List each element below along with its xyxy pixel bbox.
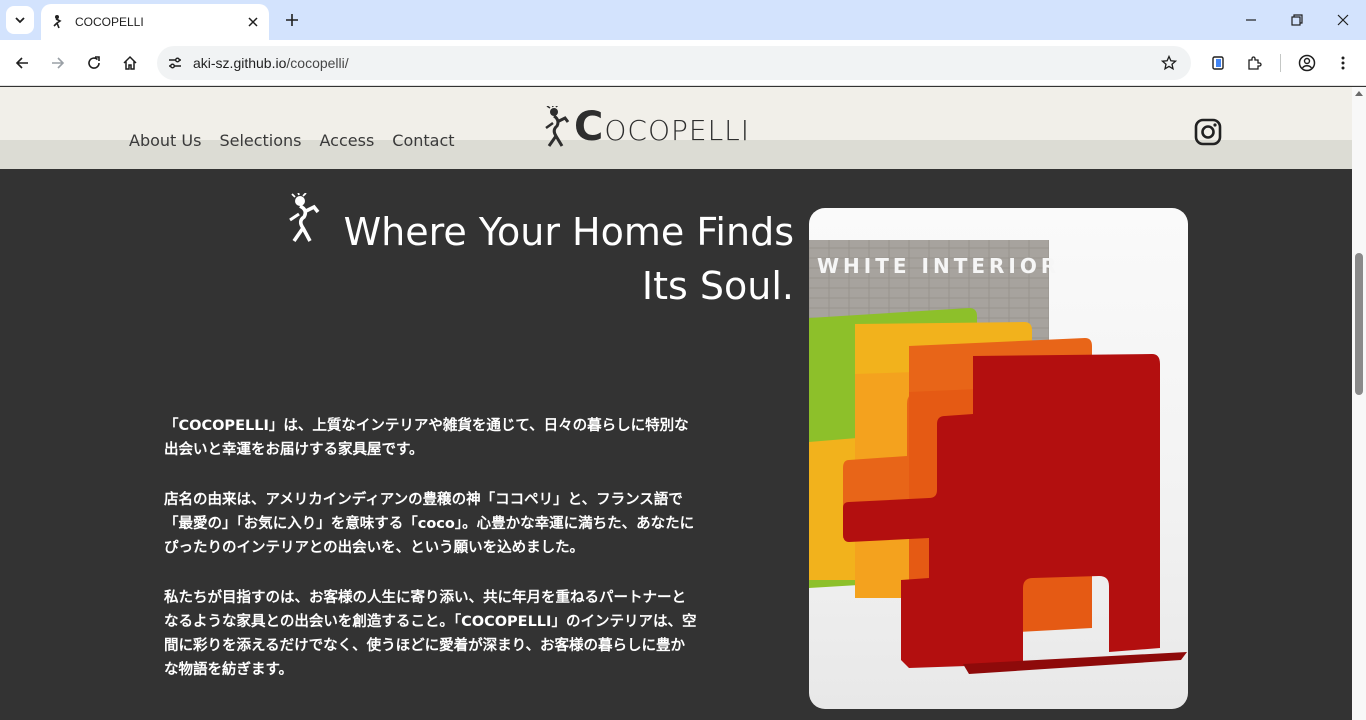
close-icon — [1337, 14, 1349, 26]
arrow-right-icon — [52, 57, 65, 69]
forward-button[interactable] — [42, 47, 74, 79]
kokopelli-icon — [545, 106, 570, 147]
page-viewport: About Us Selections Access Contact COCOP… — [0, 87, 1352, 720]
minimize-icon — [1246, 19, 1256, 21]
new-tab-button[interactable] — [280, 8, 304, 32]
reading-mode-icon — [1212, 56, 1224, 70]
site-logo[interactable]: COCOPELLI — [544, 104, 808, 150]
kokopelli-icon — [289, 193, 320, 243]
reading-mode-button[interactable] — [1202, 47, 1234, 79]
logo-text-initial: C — [574, 104, 605, 150]
instagram-icon[interactable] — [1194, 118, 1222, 146]
puzzle-icon — [1248, 56, 1262, 70]
logo-text: COCOPELLI — [574, 104, 750, 150]
restore-button[interactable] — [1274, 0, 1320, 40]
nav-contact[interactable]: Contact — [392, 131, 454, 150]
extensions-button[interactable] — [1238, 47, 1270, 79]
arrow-left-icon — [15, 57, 28, 69]
chevron-down-icon — [15, 17, 25, 24]
url-host: aki-sz.github.io — [193, 55, 287, 71]
bookmark-button[interactable] — [1155, 49, 1183, 77]
profile-button[interactable] — [1291, 47, 1323, 79]
minimize-button[interactable] — [1228, 0, 1274, 40]
tab-title: COCOPELLI — [75, 15, 144, 29]
site-info-button[interactable] — [161, 49, 189, 77]
more-vertical-icon — [1341, 56, 1345, 70]
main-nav: About Us Selections Access Contact — [129, 131, 455, 150]
nav-about-us[interactable]: About Us — [129, 131, 201, 150]
bookend-illustration — [809, 240, 1187, 674]
hero-title-line2: Its Soul. — [641, 264, 794, 308]
tune-icon — [169, 57, 181, 69]
home-button[interactable] — [114, 47, 146, 79]
intro-copy: 「COCOPELLI」は、上質なインテリアや雑貨を通じて、日々の暮らしに特別な出… — [164, 414, 698, 708]
intro-paragraph: 私たちが目指すのは、お客様の人生に寄り添い、共に年月を重ねるパートナーとなるよう… — [164, 590, 697, 678]
nav-access[interactable]: Access — [320, 131, 375, 150]
reload-button[interactable] — [78, 47, 110, 79]
toolbar-divider — [1280, 54, 1281, 72]
intro-paragraph: 店名の由来は、アメリカインディアンの豊穣の神「ココペリ」と、フランス語で「最愛の… — [164, 492, 695, 556]
url-path: /cocopelli/ — [286, 55, 349, 71]
photo-caption: WHITE INTERIOR — [817, 254, 1061, 278]
restore-icon — [1291, 14, 1303, 26]
nav-selections[interactable]: Selections — [219, 131, 301, 150]
intro-paragraph: 「COCOPELLI」は、上質なインテリアや雑貨を通じて、日々の暮らしに特別な出… — [164, 418, 689, 458]
scroll-thumb[interactable] — [1355, 253, 1363, 395]
hero-title-line1: Where Your Home Finds — [343, 210, 794, 254]
browser-tab[interactable]: COCOPELLI — [41, 4, 269, 40]
page-scrollbar[interactable] — [1352, 87, 1366, 720]
menu-button[interactable] — [1327, 47, 1359, 79]
close-icon — [248, 17, 258, 27]
home-icon — [123, 55, 137, 70]
scroll-up-arrow[interactable] — [1355, 91, 1363, 96]
favicon-icon — [53, 15, 62, 29]
url-text: aki-sz.github.io/cocopelli/ — [193, 55, 349, 71]
tab-search-button[interactable] — [6, 6, 34, 34]
account-icon — [1298, 54, 1316, 72]
star-icon — [1161, 55, 1177, 71]
tab-close-button[interactable] — [243, 12, 263, 32]
reload-icon — [88, 56, 100, 69]
back-button[interactable] — [6, 47, 38, 79]
close-window-button[interactable] — [1320, 0, 1366, 40]
hero-photo: WHITE INTERIOR — [809, 208, 1188, 709]
hero-title: Where Your Home Finds Its Soul. — [320, 205, 794, 313]
tab-bar: COCOPELLI — [0, 0, 1366, 40]
site-header: About Us Selections Access Contact COCOP… — [0, 87, 1352, 169]
logo-text-rest: OCOPELLI — [604, 114, 751, 147]
browser-toolbar: aki-sz.github.io/cocopelli/ — [0, 40, 1366, 86]
address-bar[interactable]: aki-sz.github.io/cocopelli/ — [157, 46, 1191, 80]
plus-icon — [286, 14, 298, 26]
